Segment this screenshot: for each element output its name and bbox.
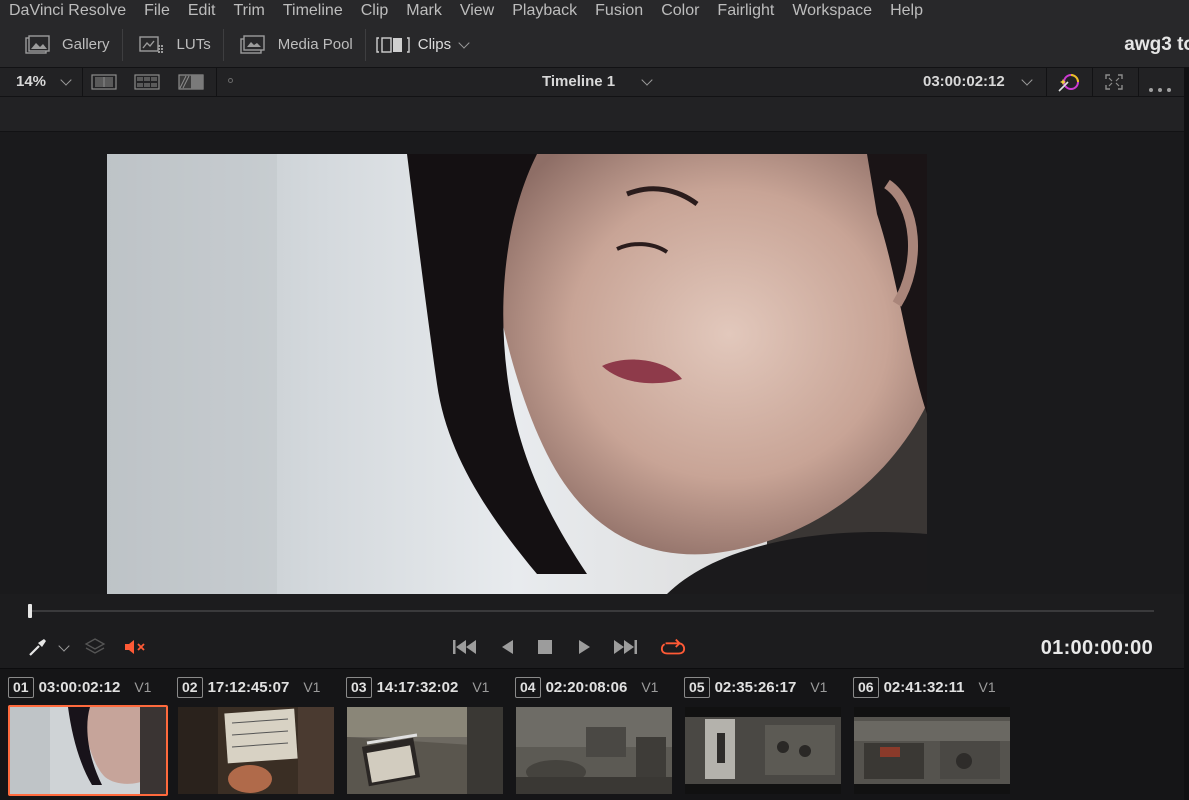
menu-playback[interactable]: Playback	[512, 1, 577, 21]
layers-icon[interactable]	[82, 636, 108, 658]
menu-trim[interactable]: Trim	[233, 1, 264, 21]
luts-button[interactable]: LUTs	[123, 22, 223, 67]
transport-controls: 01:00:00:00	[0, 628, 1184, 668]
clip-thumbnail-01[interactable]	[8, 705, 168, 796]
luts-icon	[137, 34, 167, 56]
gallery-label: Gallery	[62, 36, 110, 53]
playhead-handle[interactable]	[28, 604, 32, 618]
chevron-down-icon[interactable]	[60, 74, 72, 86]
header-divider	[1092, 68, 1093, 96]
clip-header: 06 02:41:32:11 V1	[853, 676, 996, 698]
menu-workspace[interactable]: Workspace	[792, 1, 872, 21]
clip-timecode: 02:20:08:06	[545, 678, 628, 696]
clip-track: V1	[978, 679, 996, 695]
highlight-wand-icon[interactable]	[1057, 71, 1081, 98]
fullscreen-icon[interactable]	[1105, 74, 1123, 95]
project-name: awg3 to	[1124, 34, 1189, 55]
clip-thumbnail-02[interactable]	[176, 705, 336, 796]
clip-timecode: 02:35:26:17	[714, 678, 797, 696]
play-icon[interactable]	[571, 636, 597, 658]
zoom-level[interactable]: 14%	[16, 73, 46, 90]
clip-timecode: 17:12:45:07	[207, 678, 290, 696]
scrub-track[interactable]	[30, 610, 1154, 612]
luts-label: LUTs	[176, 36, 211, 53]
clip-number: 02	[177, 676, 203, 698]
menu-bar: DaVinci Resolve File Edit Trim Timeline …	[0, 0, 1189, 22]
chevron-down-icon	[458, 36, 470, 49]
clip-thumbnail-04[interactable]	[514, 705, 674, 796]
menu-clip[interactable]: Clip	[361, 1, 389, 21]
media-pool-button[interactable]: Media Pool	[224, 22, 365, 67]
menu-view[interactable]: View	[460, 1, 494, 21]
stop-icon[interactable]	[532, 636, 558, 658]
clip-number: 01	[8, 676, 34, 698]
gallery-button[interactable]: Gallery	[0, 22, 122, 67]
go-to-start-icon[interactable]	[452, 636, 478, 658]
grid-viewer-icon[interactable]	[134, 74, 160, 90]
go-to-end-icon[interactable]	[612, 636, 638, 658]
viewer[interactable]	[0, 132, 1184, 594]
chevron-down-icon[interactable]	[641, 74, 653, 86]
clip-track: V1	[810, 679, 828, 695]
header-divider	[1046, 68, 1047, 96]
chevron-down-icon[interactable]	[1021, 74, 1033, 86]
source-timecode[interactable]: 03:00:02:12	[923, 73, 1005, 90]
record-timecode: 01:00:00:00	[1040, 637, 1153, 659]
clip-track: V1	[134, 679, 152, 695]
menu-color[interactable]: Color	[661, 1, 699, 21]
clip-thumbnail-03[interactable]	[345, 705, 505, 796]
clip-track: V1	[303, 679, 321, 695]
chevron-down-icon[interactable]	[58, 640, 70, 652]
clips-timeline: 01 03:00:02:12 V1 02 17:12:45:07 V1 03 1…	[0, 668, 1184, 800]
viewer-header: 14% Timeline 1 03:00:02:12	[0, 67, 1184, 97]
clips-icon	[376, 34, 410, 56]
clips-button[interactable]: Clips	[366, 22, 480, 67]
loop-icon[interactable]	[660, 636, 686, 658]
header-divider	[216, 68, 217, 96]
clip-number: 06	[853, 676, 879, 698]
panel-edge	[1184, 67, 1189, 800]
clip-header: 04 02:20:08:06 V1	[515, 676, 658, 698]
wipe-split-icon[interactable]	[178, 74, 204, 90]
clip-timecode: 03:00:02:12	[38, 678, 121, 696]
menu-mark[interactable]: Mark	[406, 1, 442, 21]
clip-number: 05	[684, 676, 710, 698]
clip-thumbnail-05[interactable]	[683, 705, 843, 796]
reverse-play-icon[interactable]	[494, 636, 520, 658]
header-divider	[1138, 68, 1139, 96]
menu-edit[interactable]: Edit	[188, 1, 216, 21]
viewer-subbar	[0, 97, 1184, 132]
clip-header: 01 03:00:02:12 V1	[8, 676, 151, 698]
media-pool-label: Media Pool	[277, 36, 353, 53]
clip-header: 05 02:35:26:17 V1	[684, 676, 827, 698]
clip-header: 03 14:17:32:02 V1	[346, 676, 489, 698]
clip-timecode: 02:41:32:11	[883, 678, 965, 696]
module-toolbar: Gallery LUTs Media Pool Clips awg3 to	[0, 22, 1189, 67]
timeline-name[interactable]: Timeline 1	[542, 73, 615, 90]
header-divider	[82, 68, 83, 96]
more-options-icon[interactable]	[1148, 80, 1172, 98]
mute-audio-icon[interactable]	[123, 636, 149, 658]
dot-icon	[228, 78, 233, 83]
menu-fusion[interactable]: Fusion	[595, 1, 643, 21]
menu-fairlight[interactable]: Fairlight	[717, 1, 774, 21]
clip-number: 04	[515, 676, 541, 698]
clip-track: V1	[472, 679, 490, 695]
menu-help[interactable]: Help	[890, 1, 923, 21]
clip-header: 02 17:12:45:07 V1	[177, 676, 320, 698]
color-picker-icon[interactable]	[25, 636, 51, 658]
gallery-icon	[22, 34, 52, 56]
clip-number: 03	[346, 676, 372, 698]
menu-davinci-resolve[interactable]: DaVinci Resolve	[9, 1, 126, 21]
clip-track: V1	[641, 679, 659, 695]
clips-label: Clips	[417, 36, 452, 53]
menu-file[interactable]: File	[144, 1, 170, 21]
viewer-frame	[107, 154, 927, 594]
single-viewer-icon[interactable]	[91, 74, 117, 90]
playhead-scrubber[interactable]	[0, 594, 1184, 628]
menu-timeline[interactable]: Timeline	[283, 1, 343, 21]
clip-thumbnail-06[interactable]	[852, 705, 1012, 796]
media-pool-icon	[238, 34, 268, 56]
clip-timecode: 14:17:32:02	[376, 678, 459, 696]
